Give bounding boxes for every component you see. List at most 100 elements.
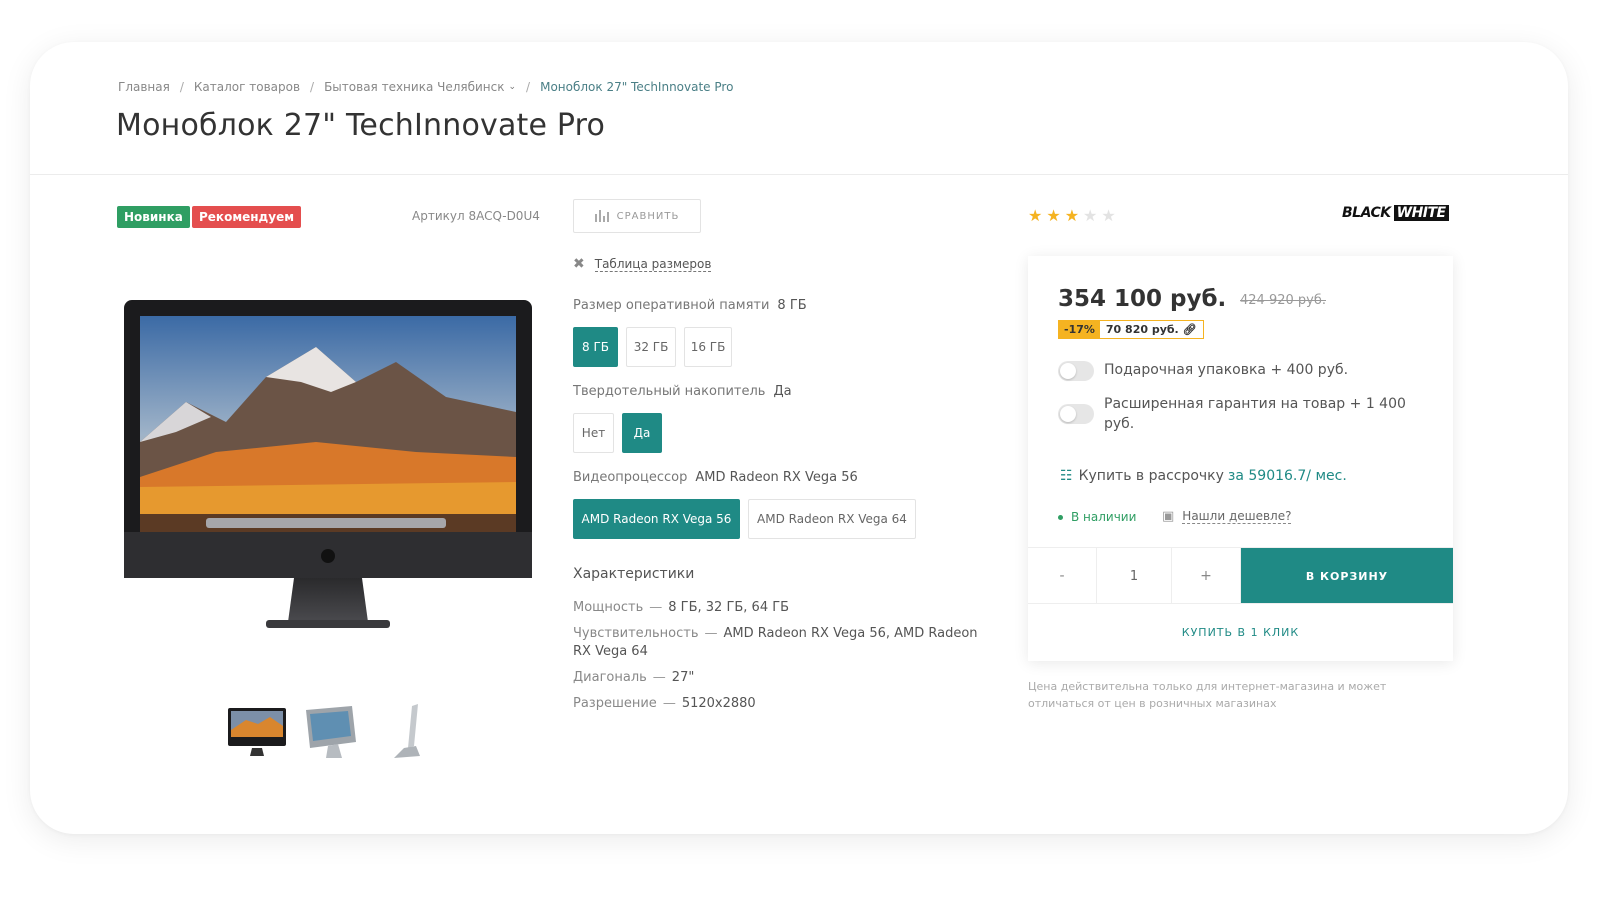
wallet-icon: ▣	[1162, 509, 1175, 524]
ssd-options: Нет Да	[573, 413, 662, 453]
spec-item: Чувствительность — AMD Radeon RX Vega 56, …	[573, 625, 993, 661]
brand-logo-part1: BLACK	[1342, 205, 1391, 221]
installment-icon: ☷	[1060, 468, 1073, 484]
ssd-option-yes[interactable]: Да	[622, 413, 662, 453]
compare-button[interactable]: СРАВНИТЬ	[573, 199, 701, 233]
compare-icon	[594, 210, 609, 222]
breadcrumb-home[interactable]: Главная	[118, 80, 170, 94]
size-table-label: Таблица размеров	[594, 256, 712, 272]
product-card: Главная / Каталог товаров / Бытовая техн…	[30, 42, 1568, 834]
ssd-label: Твердотельный накопитель	[573, 384, 766, 399]
spec-separator: —	[662, 696, 676, 711]
quantity-input[interactable]: 1	[1097, 548, 1172, 604]
star-icon: ★	[1101, 206, 1116, 225]
breadcrumb-separator: /	[179, 80, 184, 94]
link-icon: 🔗︎	[1182, 323, 1197, 336]
breadcrumb-current: Моноблок 27" TechInnovate Pro	[540, 80, 734, 94]
gift-wrap-option: Подарочная упаковка + 400 руб.	[1058, 360, 1418, 381]
current-price: 354 100 руб.	[1058, 286, 1227, 312]
chevron-down-icon[interactable]: ⌄	[509, 82, 517, 92]
ram-option-8gb[interactable]: 8 ГБ	[573, 327, 618, 367]
spec-value: 27"	[671, 670, 695, 685]
size-table-link[interactable]: ✖ Таблица размеров	[573, 256, 712, 272]
star-icon: ★	[1046, 206, 1061, 225]
discount-percent: -17%	[1059, 321, 1100, 338]
gpu-option-label: Видеопроцессор AMD Radeon RX Vega 56	[573, 470, 858, 485]
found-cheaper-label: Нашли дешевле?	[1182, 509, 1292, 524]
warranty-label: Расширенная гарантия на товар + 1 400 ру…	[1104, 396, 1406, 432]
discount-badge: -17% 70 820 руб. 🔗︎	[1058, 320, 1204, 339]
breadcrumb-separator: /	[310, 80, 315, 94]
product-main-image[interactable]	[116, 292, 542, 642]
warranty-toggle[interactable]	[1058, 404, 1094, 424]
spec-item: Разрешение — 5120x2880	[573, 695, 993, 713]
gpu-selected-value: AMD Radeon RX Vega 56	[695, 470, 858, 485]
installment-row: ☷ Купить в рассрочку за 59016.7/ мес.	[1060, 468, 1347, 484]
gpu-label: Видеопроцессор	[573, 470, 688, 485]
add-to-cart-button[interactable]: В КОРЗИНУ	[1241, 548, 1453, 604]
buy-one-click-button[interactable]: КУПИТЬ В 1 КЛИК	[1028, 603, 1453, 661]
ram-option-16gb[interactable]: 16 ГБ	[684, 327, 732, 367]
breadcrumb-category[interactable]: Бытовая техника Челябинск	[324, 80, 504, 94]
price-note: Цена действительна только для интернет-м…	[1028, 680, 1387, 710]
gpu-option-vega56[interactable]: AMD Radeon RX Vega 56	[573, 499, 740, 539]
star-icon: ★	[1083, 206, 1098, 225]
stock-dot-icon	[1058, 514, 1063, 520]
installment-label: Купить в рассрочку	[1078, 468, 1224, 484]
sku-label: Артикул 8ACQ-D0U4	[412, 209, 540, 223]
gift-wrap-toggle[interactable]	[1058, 361, 1094, 381]
breadcrumb-catalog[interactable]: Каталог товаров	[194, 80, 300, 94]
spec-key: Чувствительность	[573, 626, 699, 641]
thumbnail-strip	[226, 700, 436, 762]
page-title: Моноблок 27" TechInnovate Pro	[116, 108, 606, 143]
rating-stars[interactable]: ★ ★ ★ ★ ★	[1028, 206, 1116, 225]
new-badge: Новинка	[117, 206, 190, 228]
spec-key: Диагональ	[573, 670, 647, 685]
thumbnail-front[interactable]	[226, 700, 288, 762]
spec-value: 8 ГБ, 32 ГБ, 64 ГБ	[668, 600, 790, 615]
specs-title: Характеристики	[573, 566, 695, 582]
spec-separator: —	[652, 670, 666, 685]
quantity-increase-button[interactable]: +	[1172, 548, 1241, 604]
ram-options: 8 ГБ 32 ГБ 16 ГБ	[573, 327, 732, 367]
price-box: 354 100 руб. 424 920 руб. -17% 70 820 ру…	[1028, 256, 1453, 661]
warranty-option: Расширенная гарантия на товар + 1 400 ру…	[1058, 394, 1418, 434]
recommended-badge: Рекомендуем	[192, 206, 302, 228]
star-icon: ★	[1028, 206, 1043, 225]
gpu-option-vega64[interactable]: AMD Radeon RX Vega 64	[748, 499, 916, 539]
spec-item: Диагональ — 27"	[573, 669, 993, 687]
spec-key: Мощность	[573, 600, 644, 615]
installment-link[interactable]: за 59016.7/ мес.	[1228, 468, 1347, 484]
ssd-option-no[interactable]: Нет	[573, 413, 614, 453]
gpu-options: AMD Radeon RX Vega 56 AMD Radeon RX Vega…	[573, 499, 916, 539]
ruler-icon: ✖	[573, 256, 585, 272]
star-icon: ★	[1064, 206, 1080, 225]
spec-key: Разрешение	[573, 696, 657, 711]
ssd-selected-value: Да	[773, 384, 792, 399]
spec-separator: —	[649, 600, 663, 615]
breadcrumb-separator: /	[526, 80, 531, 94]
found-cheaper-link[interactable]: ▣ Нашли дешевле?	[1162, 509, 1292, 524]
brand-logo[interactable]: BLACK WHITE	[1342, 205, 1449, 221]
brand-logo-part2: WHITE	[1393, 205, 1449, 221]
compare-label: СРАВНИТЬ	[616, 210, 680, 222]
spec-separator: —	[704, 626, 718, 641]
ram-label: Размер оперативной памяти	[573, 298, 770, 313]
thumbnail-angle[interactable]	[300, 700, 362, 762]
header-divider	[30, 174, 1568, 175]
quantity-decrease-button[interactable]: -	[1028, 548, 1097, 604]
spec-value: 5120x2880	[681, 696, 756, 711]
quantity-row: - 1 + В КОРЗИНУ	[1028, 547, 1453, 604]
ram-selected-value: 8 ГБ	[777, 298, 807, 313]
ram-option-32gb[interactable]: 32 ГБ	[626, 327, 676, 367]
discount-amount-value: 70 820 руб.	[1105, 323, 1179, 336]
gift-wrap-label: Подарочная упаковка + 400 руб.	[1104, 362, 1349, 378]
ram-option-label: Размер оперативной памяти 8 ГБ	[573, 298, 807, 313]
stock-label: В наличии	[1071, 510, 1137, 524]
thumbnail-side[interactable]	[374, 700, 436, 762]
spec-item: Мощность — 8 ГБ, 32 ГБ, 64 ГБ	[573, 599, 993, 617]
breadcrumb: Главная / Каталог товаров / Бытовая техн…	[118, 80, 733, 94]
discount-amount: 70 820 руб. 🔗︎	[1099, 321, 1203, 338]
ssd-option-label: Твердотельный накопитель Да	[573, 384, 792, 399]
old-price: 424 920 руб.	[1240, 293, 1326, 308]
